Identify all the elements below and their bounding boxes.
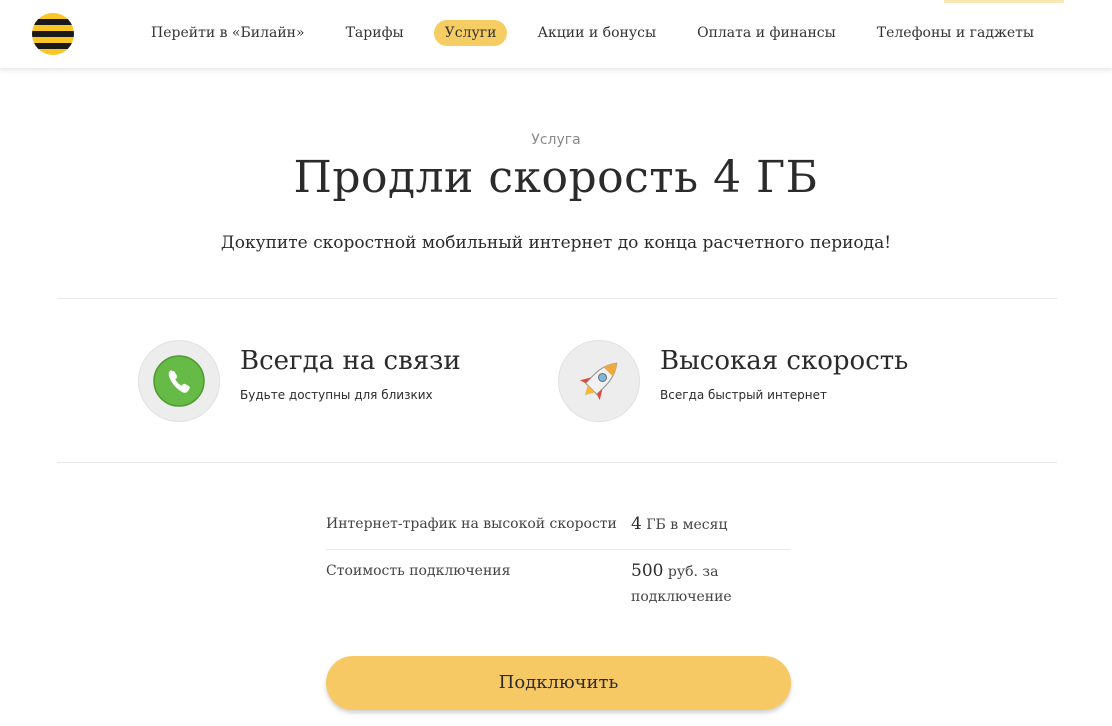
nav-item-tariffs[interactable]: Тарифы xyxy=(335,20,415,46)
feature-icon-circle xyxy=(558,340,640,422)
nav-item-go-to-beeline[interactable]: Перейти в «Билайн» xyxy=(140,20,316,46)
nav-item-payments[interactable]: Оплата и финансы xyxy=(686,20,847,46)
param-row: Интернет-трафик на высокой скорости 4 ГБ… xyxy=(326,503,791,550)
nav-item-services[interactable]: Услуги xyxy=(433,20,508,46)
nav-item-promotions[interactable]: Акции и бонусы xyxy=(526,20,667,46)
page-title: Продли скорость 4 ГБ xyxy=(293,152,819,203)
main-nav: Перейти в «Билайн» Тарифы Услуги Акции и… xyxy=(140,18,1064,48)
service-kind-label: Услуга xyxy=(531,132,581,148)
connect-button[interactable]: Подключить xyxy=(326,656,791,710)
feature-icon-circle xyxy=(138,340,220,422)
param-value-unit: руб. за xyxy=(667,564,719,580)
param-value: 500 руб. за подключение xyxy=(631,559,732,610)
feature-title: Всегда на связи xyxy=(240,346,461,376)
top-nav-bar: Перейти в «Билайн» Тарифы Услуги Акции и… xyxy=(0,0,1112,69)
feature-always-connected: Всегда на связи Будьте доступны для близ… xyxy=(138,340,498,424)
param-value: 4 ГБ в месяц xyxy=(631,512,727,538)
logo-stripe xyxy=(32,43,74,49)
feature-subtitle: Будьте доступны для близких xyxy=(240,388,433,402)
param-value-extra: подключение xyxy=(631,589,732,605)
divider xyxy=(57,462,1057,463)
header-accent xyxy=(944,0,1064,3)
feature-subtitle: Всегда быстрый интернет xyxy=(660,388,828,402)
param-value-number: 500 xyxy=(631,561,664,581)
logo-stripe xyxy=(32,31,74,37)
rocket-icon xyxy=(579,362,618,401)
service-description: Докупите скоростной мобильный интернет д… xyxy=(220,233,892,253)
param-value-unit: ГБ в месяц xyxy=(646,517,728,533)
nav-item-phones-gadgets[interactable]: Телефоны и гаджеты xyxy=(866,20,1045,46)
beeline-logo-icon[interactable] xyxy=(32,13,74,55)
feature-title: Высокая скорость xyxy=(660,346,909,376)
divider xyxy=(57,298,1057,299)
phone-icon xyxy=(153,355,205,407)
logo-stripe xyxy=(32,19,74,25)
param-value-number: 4 xyxy=(631,514,642,534)
param-row: Стоимость подключения 500 руб. за подклю… xyxy=(326,550,791,620)
service-parameters: Интернет-трафик на высокой скорости 4 ГБ… xyxy=(326,503,791,620)
param-name: Интернет-трафик на высокой скорости xyxy=(326,516,617,532)
feature-high-speed: Высокая скорость Всегда быстрый интернет xyxy=(558,340,918,424)
param-name: Стоимость подключения xyxy=(326,563,511,579)
